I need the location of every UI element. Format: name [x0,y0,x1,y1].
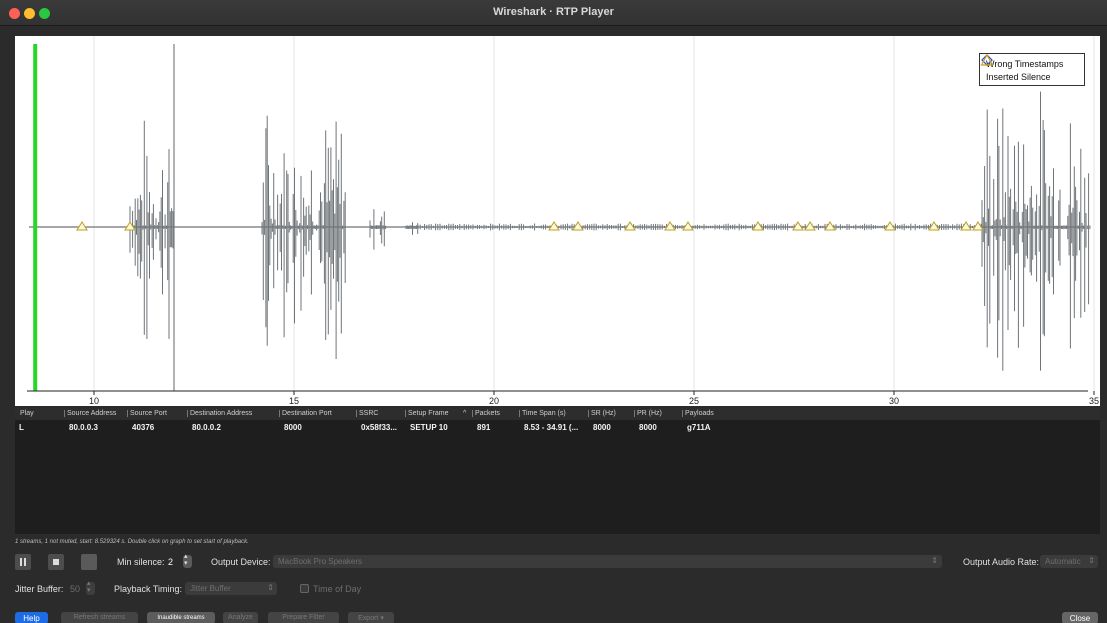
waveform-plot[interactable]: 10 15 20 25 30 35 Wrong Timestamps Inserted S… [15,36,1100,406]
inserted-silence-marker [960,221,972,231]
table-cell: SETUP 10 [410,423,448,432]
output-device-select[interactable]: MacBook Pro Speakers ⇕ [273,555,942,568]
export-button[interactable]: Export ▾ [348,612,394,623]
triangle-icon [980,54,994,66]
waveform-burst [981,91,1091,371]
mute-button[interactable] [81,554,97,570]
output-rate-select[interactable]: Automatic ⇕ [1040,555,1098,568]
legend-label-inserted-silence: Inserted Silence [986,71,1051,82]
status-text: 1 streams, 1 not muted, start: 8.529324 … [15,539,249,545]
inaudible-streams-button[interactable]: Inaudible streams [147,612,215,623]
min-silence-stepper[interactable] [183,552,192,568]
column-header[interactable]: ^ [461,410,466,417]
x-tick-label: 35 [1089,396,1099,406]
time-of-day-label: Time of Day [313,584,362,594]
column-header[interactable]: SSRC [356,410,378,417]
output-device-value: MacBook Pro Speakers [278,557,363,566]
stream-table[interactable]: Play Source Address Source Port Destination… [15,408,1100,534]
table-header: Play Source Address Source Port Destination… [15,408,1100,420]
waveform-burst [129,120,174,339]
output-rate-value: Automatic [1045,557,1081,566]
column-header[interactable]: Packets [472,410,500,417]
x-tick-label: 20 [489,396,499,406]
legend-inserted-silence: Inserted Silence [980,54,1078,83]
chevron-updown-icon: ⇕ [1088,556,1095,565]
title-bar: Wireshark · RTP Player [0,0,1107,26]
x-tick-label: 10 [89,396,99,406]
waveform-burst [261,115,346,359]
close-button[interactable]: Close [1062,612,1098,623]
export-label: Export [358,615,379,622]
output-rate-label: Output Audio Rate: [963,557,1040,567]
stop-icon[interactable] [48,554,64,570]
column-header[interactable]: Setup Frame [405,410,448,417]
refresh-streams-button[interactable]: Refresh streams [61,612,138,623]
column-header[interactable]: Time Span (s) [519,410,566,417]
legend-label-wrong-timestamps: Wrong Timestamps [986,58,1064,69]
table-row[interactable]: L 80.0.0.3 40376 80.0.0.2 8000 0x58f33... SETU… [15,421,1100,433]
column-header[interactable]: Destination Address [187,410,252,417]
waveform-chart[interactable]: 10 15 20 25 30 35 [15,36,1100,406]
column-header[interactable]: SR (Hz) [588,410,616,417]
jitter-buffer-label: Jitter Buffer: [15,584,64,594]
column-header[interactable]: PR (Hz) [634,410,662,417]
x-tick-label: 30 [889,396,899,406]
jitter-buffer-stepper[interactable] [86,579,95,595]
jitter-buffer-field[interactable]: 50 [70,584,80,594]
window-title: Wireshark · RTP Player [493,6,614,18]
chevron-down-icon: ▾ [380,615,384,622]
table-cell: L [19,423,24,432]
playback-timing-select[interactable]: Jitter Buffer ⇕ [185,582,277,595]
column-header[interactable]: Payloads [682,410,714,417]
x-tick-label: 25 [689,396,699,406]
chevron-updown-icon: ⇕ [931,556,938,565]
time-of-day-checkbox[interactable] [300,584,309,593]
table-cell: 8.53 - 34.91 (... [524,423,579,432]
output-device-label: Output Device: [211,557,271,567]
legend-wrong-timestamps: Wrong Timestamps [981,54,1078,70]
table-cell: 891 [477,423,491,432]
playback-timing-value: Jitter Buffer [190,584,231,593]
x-tick-label: 15 [289,396,299,406]
min-silence-field[interactable]: 2 [168,557,173,567]
min-silence-label: Min silence: [117,557,165,567]
inserted-silence-marker [76,221,88,231]
column-header[interactable]: Play [18,410,34,417]
table-cell: 8000 [593,423,611,432]
table-cell: 80.0.0.2 [192,423,221,432]
table-cell: 80.0.0.3 [69,423,98,432]
column-header[interactable]: Destination Port [279,410,332,417]
waveform-burst [405,222,419,235]
playback-timing-label: Playback Timing: [114,584,183,594]
help-button[interactable]: Help [15,612,48,623]
plot-legend: Wrong Timestamps Inserted Silence [979,53,1085,86]
column-header[interactable]: Source Address [64,410,116,417]
table-cell: 8000 [284,423,302,432]
column-header[interactable]: Source Port [127,410,167,417]
pause-icon[interactable] [15,554,31,570]
analyze-button[interactable]: Analyze [223,612,258,623]
table-cell: g711A [687,423,711,432]
waveform-burst [369,209,387,250]
chevron-updown-icon: ⇕ [267,583,274,592]
table-cell: 8000 [639,423,657,432]
prepare-filter-button[interactable]: Prepare Filter [268,612,339,623]
table-cell: 40376 [132,423,155,432]
table-cell: 0x58f33... [361,423,398,432]
